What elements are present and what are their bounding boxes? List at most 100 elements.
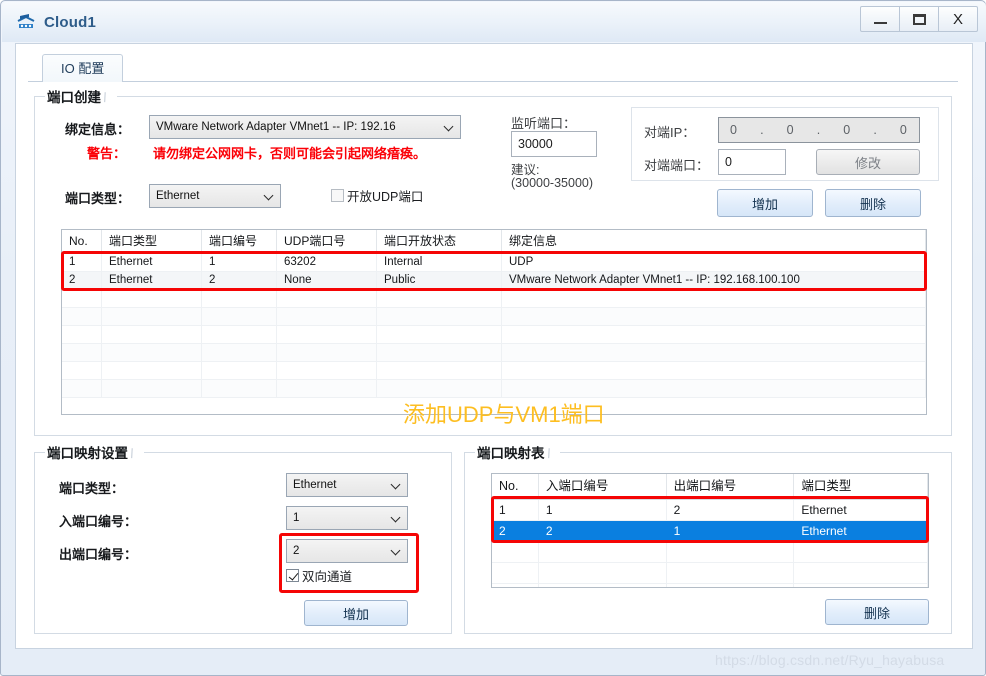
port-type-select[interactable]: Ethernet	[149, 184, 281, 208]
port-table-col-header: No.	[62, 230, 102, 253]
table-row[interactable]: 2 2 1 Ethernet	[492, 521, 928, 542]
map-table-col-header: 出端口编号	[667, 474, 795, 499]
map-port-type-label: 端口类型：	[59, 481, 125, 496]
map-port-type-value: Ethernet	[293, 479, 337, 491]
bind-info-select-value: VMware Network Adapter VMnet1 -- IP: 192…	[156, 121, 396, 133]
table-cell: VMware Network Adapter VMnet1 -- IP: 192…	[502, 272, 926, 290]
map-add-button[interactable]: 增加	[304, 600, 408, 626]
minimize-button[interactable]	[860, 6, 900, 32]
title-bar: Cloud1 X	[2, 2, 986, 42]
table-cell	[277, 308, 377, 326]
table-cell: Ethernet	[102, 272, 202, 290]
table-cell	[502, 290, 926, 308]
in-port-label: 入端口编号：	[59, 514, 138, 529]
delete-port-button[interactable]: 删除	[825, 189, 921, 217]
peer-ip-field[interactable]: 0 . 0 . 0 . 0	[718, 117, 920, 143]
table-cell	[502, 362, 926, 380]
table-annotation: 添加UDP与VM1端口	[403, 402, 605, 427]
table-cell: 2	[666, 500, 795, 521]
table-cell	[102, 380, 202, 398]
table-cell	[492, 563, 539, 584]
port-create-group-title: 端口创建\	[45, 86, 117, 106]
map-table-body: 1 1 2 Ethernet 2 2 1 Ethernet	[492, 500, 928, 587]
table-cell	[666, 563, 795, 584]
table-cell	[492, 584, 539, 587]
table-cell: 2	[62, 272, 102, 290]
table-cell: 1	[202, 254, 277, 272]
map-table-group: 端口映射表\ No. 入端口编号 出端口编号 端口类型 1 1 2 Ethernet 2 2 1 E…	[464, 442, 952, 634]
table-cell	[502, 308, 926, 326]
client-area: IO 配置 端口创建\ 绑定信息： VMware Network Adapter…	[15, 43, 973, 649]
table-row-empty[interactable]	[492, 542, 928, 563]
table-cell	[502, 326, 926, 344]
table-cell	[277, 380, 377, 398]
suggest-range: (30000-35000)	[511, 176, 594, 190]
table-cell	[794, 542, 928, 563]
port-table-col-header: 绑定信息	[502, 230, 926, 253]
table-cell	[202, 326, 277, 344]
table-row[interactable]: 1 Ethernet 1 63202 Internal UDP	[62, 254, 926, 272]
table-row[interactable]: 1 1 2 Ethernet	[492, 500, 928, 521]
close-button[interactable]: X	[938, 6, 978, 32]
maximize-button[interactable]	[899, 6, 939, 32]
port-table-body: 1 Ethernet 1 63202 Internal UDP 2 Ethernet 2 None…	[62, 254, 926, 398]
map-port-type-select[interactable]: Ethernet	[286, 473, 408, 497]
map-table-header: No. 入端口编号 出端口编号 端口类型	[492, 474, 928, 500]
table-cell	[377, 362, 502, 380]
map-table[interactable]: No. 入端口编号 出端口编号 端口类型 1 1 2 Ethernet 2 2 1 Ethernet	[491, 473, 929, 588]
table-cell	[102, 362, 202, 380]
table-row-empty[interactable]	[62, 308, 926, 326]
checkbox-box	[331, 189, 344, 202]
out-port-label: 出端口编号：	[59, 547, 138, 562]
peer-port-input[interactable]	[718, 149, 786, 175]
modify-button[interactable]: 修改	[816, 149, 920, 175]
table-cell: Public	[377, 272, 502, 290]
table-cell	[794, 563, 928, 584]
table-cell	[277, 290, 377, 308]
table-row-empty[interactable]	[62, 362, 926, 380]
chevron-down-icon	[392, 514, 401, 523]
table-cell	[62, 308, 102, 326]
table-cell	[502, 380, 926, 398]
table-row-empty[interactable]	[492, 584, 928, 587]
tab-io-config[interactable]: IO 配置	[42, 54, 124, 82]
add-port-button[interactable]: 增加	[717, 189, 813, 217]
table-row-empty[interactable]	[492, 563, 928, 584]
out-port-select[interactable]: 2	[286, 539, 408, 563]
open-udp-checkbox[interactable]: 开放UDP端口	[331, 186, 423, 205]
table-cell	[102, 344, 202, 362]
table-row-empty[interactable]	[62, 326, 926, 344]
checkbox-box	[286, 569, 299, 582]
listen-port-input[interactable]	[511, 131, 597, 157]
port-table-col-header: UDP端口号	[277, 230, 377, 253]
peer-port-label: 对端端口：	[644, 158, 710, 173]
table-row[interactable]: 2 Ethernet 2 None Public VMware Network Adapt…	[62, 272, 926, 290]
table-cell: Ethernet	[794, 521, 928, 542]
table-row-empty[interactable]	[62, 344, 926, 362]
table-cell	[202, 362, 277, 380]
table-cell	[62, 290, 102, 308]
table-row-empty[interactable]	[62, 290, 926, 308]
chevron-down-icon	[265, 192, 274, 201]
table-cell	[102, 290, 202, 308]
close-icon: X	[952, 10, 963, 28]
bind-info-select[interactable]: VMware Network Adapter VMnet1 -- IP: 192…	[149, 115, 461, 139]
port-table[interactable]: No. 端口类型 端口编号 UDP端口号 端口开放状态 绑定信息 1 Ethernet 1 63…	[61, 229, 927, 415]
port-table-header: No. 端口类型 端口编号 UDP端口号 端口开放状态 绑定信息	[62, 230, 926, 254]
warning-label: 警告：	[87, 146, 127, 161]
in-port-select[interactable]: 1	[286, 506, 408, 530]
table-row-empty[interactable]	[62, 380, 926, 398]
peer-ip-dot-1: .	[760, 123, 765, 137]
title-slash-decoration: \	[544, 446, 553, 461]
minimize-icon	[873, 22, 887, 24]
table-cell: Internal	[377, 254, 502, 272]
map-table-group-title: 端口映射表\	[475, 442, 561, 462]
port-table-col-header: 端口类型	[102, 230, 202, 253]
map-delete-button[interactable]: 删除	[825, 599, 929, 625]
table-cell: Ethernet	[102, 254, 202, 272]
table-cell: 1	[538, 500, 667, 521]
tab-underline	[28, 81, 958, 82]
bidirectional-checkbox[interactable]: 双向通道	[286, 566, 352, 585]
table-cell	[202, 290, 277, 308]
table-cell: 1	[62, 254, 102, 272]
